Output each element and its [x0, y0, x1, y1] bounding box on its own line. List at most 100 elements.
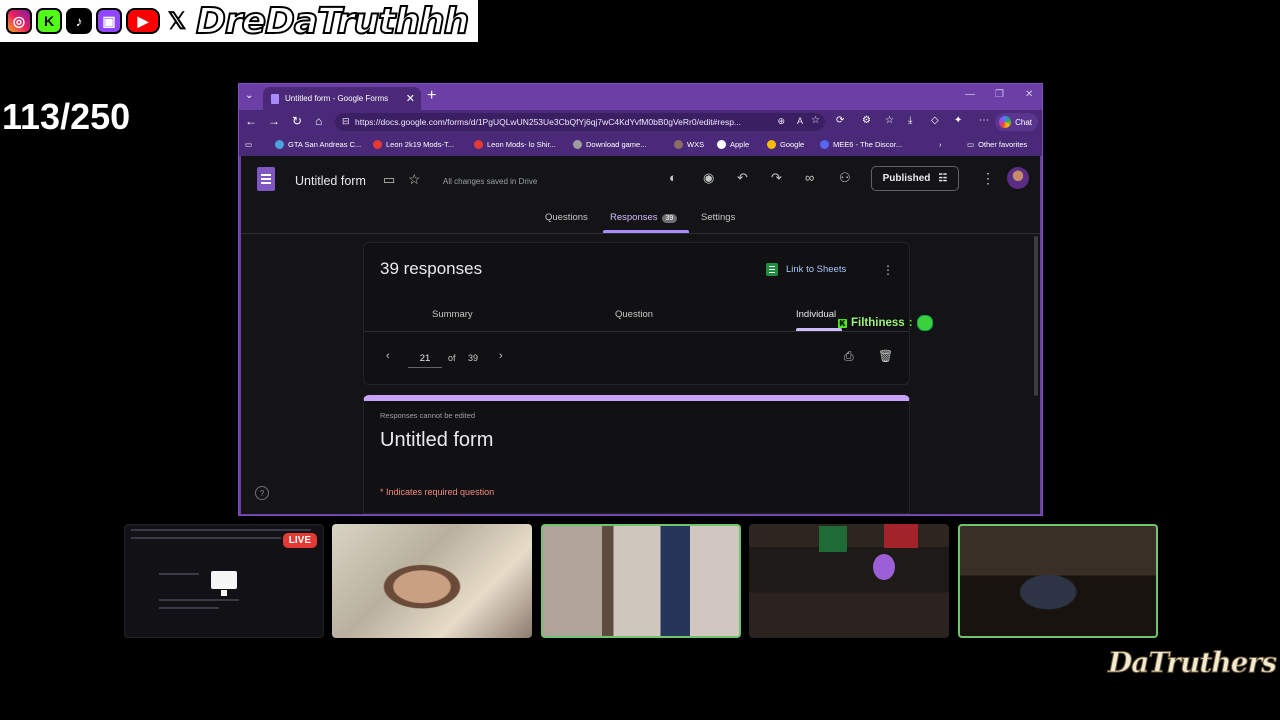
copilot-icon[interactable]: ✦ [954, 115, 962, 126]
address-bar-row: ← → ↻ ⌂ ⊟ https://docs.google.com/forms/… [239, 110, 1042, 134]
other-favorites[interactable]: ▭ Other favorites [967, 140, 1027, 149]
print-icon[interactable]: ⎙ [844, 349, 854, 364]
palette-icon[interactable]: ◐ [669, 170, 677, 185]
apple-icon [717, 140, 726, 149]
new-tab-icon[interactable]: + [427, 87, 436, 105]
restore-icon[interactable]: ❐ [995, 89, 1004, 100]
more-options-icon[interactable]: ⋮ [981, 170, 995, 187]
star-icon[interactable]: ☆ [408, 171, 421, 188]
bookmark-favicon-icon [820, 140, 829, 149]
move-folder-icon[interactable]: ▭ [383, 172, 395, 188]
response-pager: ‹ 21 of 39 › ⎙ 🗑 [364, 343, 909, 377]
pager-total: 39 [468, 353, 479, 363]
bookmark-item[interactable]: MEE6 - The Discor... [820, 140, 902, 149]
response-number-input[interactable]: 21 [408, 349, 442, 368]
instagram-icon: ◎ [6, 8, 32, 34]
site-info-icon[interactable]: ⊟ [342, 116, 350, 127]
subtab-summary[interactable]: Summary [432, 309, 473, 320]
tab-responses[interactable]: Responses 39 [610, 212, 678, 223]
mini-text [159, 599, 239, 601]
mini-text [159, 607, 219, 609]
help-icon[interactable]: ? [255, 486, 269, 500]
published-button[interactable]: Published ☷ [871, 166, 959, 191]
sync-icon[interactable]: ⟳ [836, 115, 844, 126]
cam-screen-share: LIVE [124, 524, 324, 638]
kick-icon: K [36, 8, 62, 34]
favorites-icon[interactable]: ☆ [885, 115, 894, 126]
subtab-question[interactable]: Question [615, 309, 653, 320]
folder-icon: ▭ [967, 140, 975, 149]
responses-count-badge: 39 [661, 214, 678, 223]
browser-tab-active[interactable]: Untitled form - Google Forms ✕ [263, 87, 421, 110]
bookmark-item[interactable]: Download game... [573, 140, 646, 149]
active-tab-indicator [603, 230, 689, 233]
window-close-icon[interactable]: ✕ [1025, 89, 1033, 100]
redo-icon[interactable]: ↷ [771, 170, 782, 186]
avatar[interactable] [1007, 167, 1029, 189]
preview-eye-icon[interactable]: ◉ [703, 170, 714, 186]
bookmark-item[interactable]: Leon 2k19 Mods-T... [373, 140, 454, 149]
browser-window: ⌄ Untitled form - Google Forms ✕ + — ❐ ✕… [238, 83, 1043, 516]
link-icon[interactable]: ∞ [805, 170, 814, 185]
next-response-icon[interactable]: › [499, 350, 503, 362]
social-handle: DreDaTruthhh [195, 0, 470, 43]
scrollbar[interactable] [1034, 236, 1038, 396]
more-icon[interactable]: ⋯ [979, 115, 989, 126]
subtab-divider [364, 331, 909, 332]
bookmark-item[interactable]: WXS [674, 140, 704, 149]
tab-questions[interactable]: Questions [545, 212, 588, 223]
read-aloud-icon[interactable]: A [797, 116, 803, 126]
chat-message: K Filthiness : [838, 315, 933, 331]
tab-settings[interactable]: Settings [701, 212, 735, 223]
save-status: All changes saved in Drive [443, 177, 538, 186]
forward-icon[interactable]: → [268, 114, 280, 128]
flag-decoration [884, 524, 918, 548]
forms-logo-icon[interactable] [257, 167, 275, 191]
monitor-icon [211, 571, 237, 596]
tab-close-icon[interactable]: ✕ [406, 92, 415, 105]
bookmarks-bar: ▭ GTA San Andreas C... Leon 2k19 Mods-T.… [239, 134, 1042, 156]
bookmark-item[interactable]: Apple [717, 140, 749, 149]
link-to-sheets-label: Link to Sheets [786, 264, 847, 275]
bookmark-item[interactable]: Google [767, 140, 804, 149]
refresh-icon[interactable]: ↻ [292, 114, 302, 128]
minimize-icon[interactable]: — [965, 89, 975, 100]
prev-response-icon[interactable]: ‹ [386, 350, 390, 362]
response-preview-card: Responses cannot be edited Untitled form… [363, 395, 910, 514]
extension-icon[interactable]: ⚙ [862, 115, 871, 126]
undo-icon[interactable]: ↶ [737, 170, 748, 186]
tab-responses-label: Responses [610, 212, 658, 223]
favorite-star-icon[interactable]: ☆ [811, 115, 820, 126]
back-icon[interactable]: ← [245, 114, 257, 128]
cam-participant-4 [749, 524, 949, 638]
bookmarks-overflow-icon[interactable]: › [939, 140, 942, 149]
add-collaborator-icon[interactable]: ⚇ [839, 170, 851, 186]
balloon-decoration [873, 554, 895, 580]
pager-of: of [448, 353, 456, 363]
chat-button[interactable]: Chat [995, 113, 1038, 131]
bookmark-favicon-icon [674, 140, 683, 149]
shield-icon[interactable]: ◇ [931, 115, 939, 126]
bookmark-item[interactable]: Leon Mods- lo Shir... [474, 140, 556, 149]
responses-more-icon[interactable]: ⋮ [882, 263, 894, 277]
cam-participant-5 [958, 524, 1158, 638]
delete-icon[interactable]: 🗑 [878, 349, 893, 363]
form-title[interactable]: Untitled form [295, 174, 366, 188]
bookmark-item[interactable]: GTA San Andreas C... [275, 140, 361, 149]
mini-tabbar [131, 529, 311, 531]
tiktok-icon: ♪ [66, 8, 92, 34]
address-bar[interactable]: ⊟ https://docs.google.com/forms/d/1PgUQL… [335, 113, 825, 131]
subtab-individual[interactable]: Individual [796, 309, 836, 320]
bookmark-favicon-icon [474, 140, 483, 149]
forms-tabs: Questions Responses 39 Settings [241, 206, 1040, 234]
active-subtab-indicator [796, 328, 842, 331]
home-icon[interactable]: ⌂ [315, 114, 322, 128]
cam-participant-2 [332, 524, 532, 638]
cam-participant-3 [541, 524, 741, 638]
downloads-icon[interactable]: ⤓ [908, 115, 912, 126]
zoom-icon[interactable]: ⊕ [777, 116, 785, 127]
forms-app: Untitled form ▭ ☆ All changes saved in D… [241, 156, 1040, 514]
bookmarks-menu-icon[interactable]: ▭ [245, 140, 252, 149]
link-to-sheets-button[interactable]: Link to Sheets [766, 263, 846, 276]
tab-search-chevron-icon[interactable]: ⌄ [245, 90, 253, 101]
